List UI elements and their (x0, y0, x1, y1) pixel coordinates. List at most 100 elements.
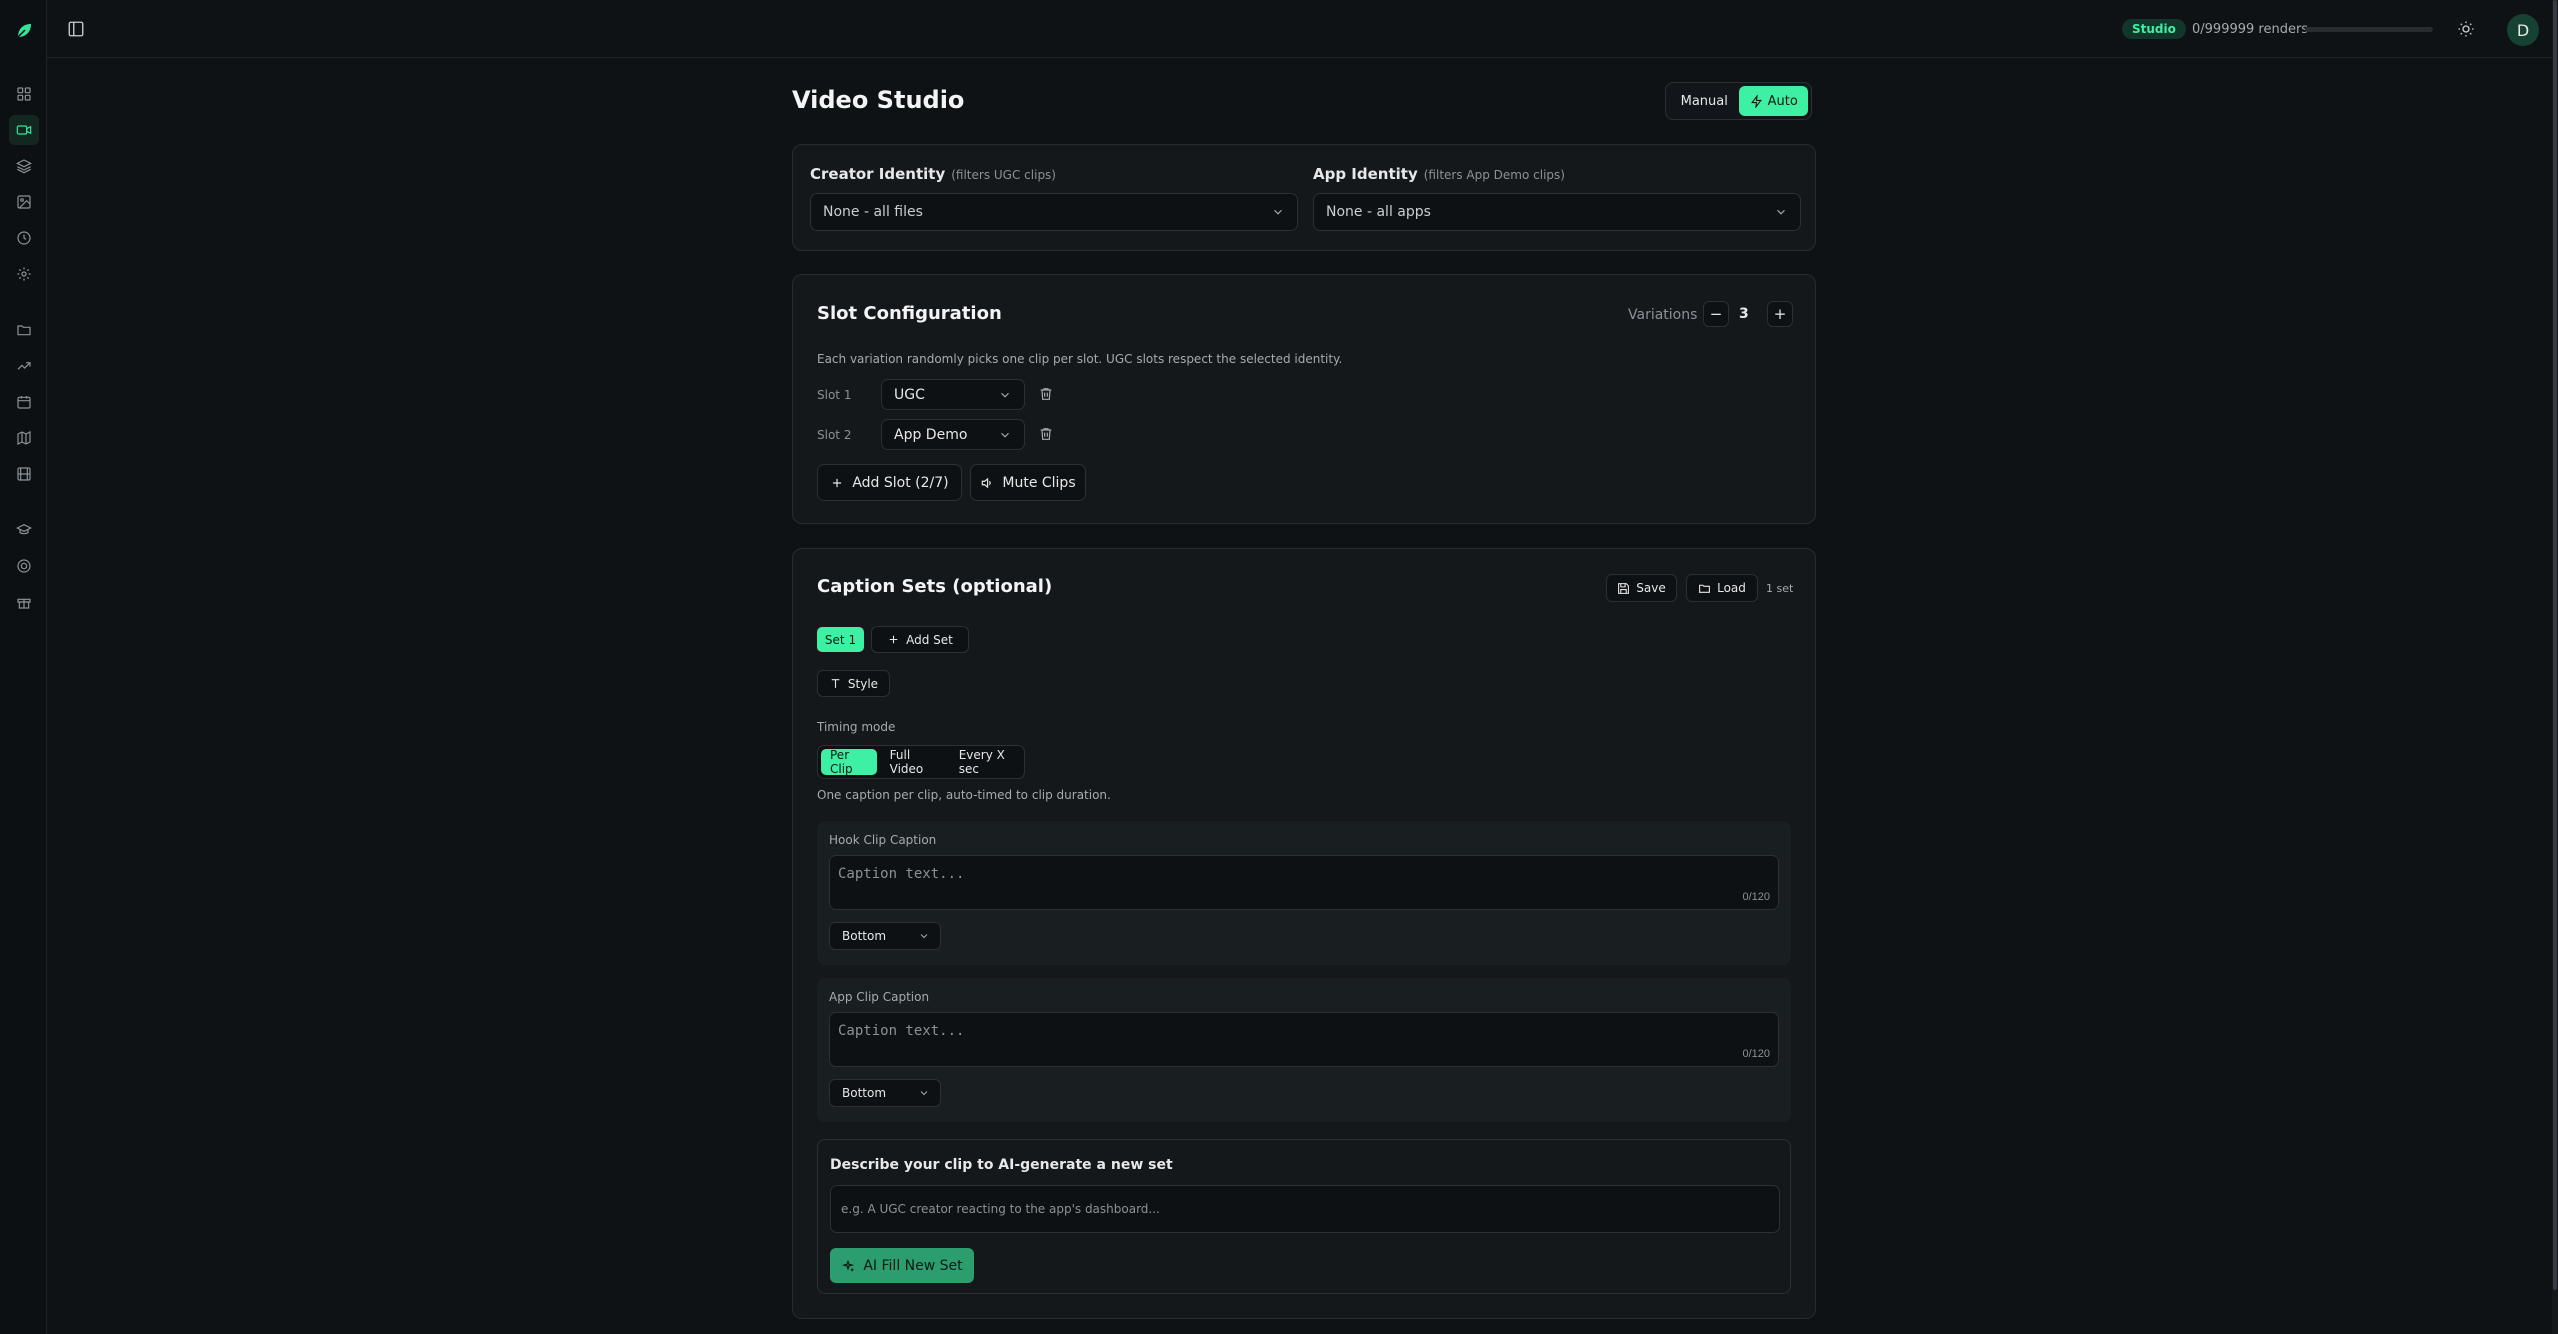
timing-every-x-sec-button[interactable]: Every X sec (950, 748, 1021, 776)
lightning-icon (1750, 94, 1762, 108)
app-clip-caption-counter: 0/120 (1742, 1048, 1770, 1060)
chevron-down-icon (998, 428, 1012, 442)
add-slot-button[interactable]: Add Slot (2/7) (817, 464, 962, 501)
app-clip-position-select[interactable]: Bottom (829, 1079, 941, 1107)
timing-mode-label: Timing mode (817, 720, 896, 734)
ai-description-input[interactable]: e.g. A UGC creator reacting to the app's… (830, 1185, 1780, 1233)
graduation-icon[interactable] (13, 519, 35, 541)
studio-badge: Studio (2122, 19, 2186, 39)
film-icon[interactable] (13, 463, 35, 485)
speaker-icon (982, 477, 992, 488)
sidebar-toggle-icon[interactable] (67, 20, 85, 38)
manual-mode-button[interactable]: Manual (1669, 86, 1739, 116)
image-icon[interactable] (13, 191, 35, 213)
avatar[interactable]: D (2507, 14, 2539, 46)
page-scrollbar[interactable] (2552, 0, 2558, 1334)
slot-1-label: Slot 1 (817, 388, 852, 402)
trash-icon[interactable] (1038, 386, 1054, 402)
hook-clip-caption-label: Hook Clip Caption (829, 833, 937, 847)
ai-description-placeholder: e.g. A UGC creator reacting to the app's… (841, 1202, 1160, 1216)
app-clip-caption-panel: App Clip Caption Caption text... 0/120 B… (817, 978, 1791, 1122)
folder-icon[interactable] (13, 319, 35, 341)
sidebar (0, 0, 47, 1334)
hook-clip-caption-panel: Hook Clip Caption Caption text... 0/120 … (817, 821, 1791, 965)
slot-2-type-value: App Demo (894, 426, 968, 443)
slot-1-type-value: UGC (894, 386, 925, 403)
identity-card: Creator Identity (filters UGC clips) None… (792, 144, 1816, 251)
hook-clip-caption-input[interactable]: Caption text... 0/120 (829, 855, 1779, 910)
gift-icon[interactable] (13, 591, 35, 613)
hook-clip-position-select[interactable]: Bottom (829, 922, 941, 950)
app-identity-value: None - all apps (1326, 204, 1431, 220)
chevron-down-icon (1271, 205, 1285, 219)
hook-clip-position-value: Bottom (842, 929, 887, 943)
chevron-down-icon (918, 930, 930, 942)
variations-value: 3 (1739, 306, 1749, 322)
caption-sets-card: Caption Sets (optional) Save Load 1 set … (792, 548, 1816, 1319)
variations-decrement-button[interactable]: − (1703, 301, 1729, 327)
trending-icon[interactable] (13, 355, 35, 377)
chevron-down-icon (998, 388, 1012, 402)
mode-toggle: Manual Auto (1665, 82, 1812, 120)
add-set-button[interactable]: Add Set (871, 626, 969, 653)
app-identity-title: App Identity (1313, 165, 1418, 183)
slot-description: Each variation randomly picks one clip p… (817, 352, 1343, 366)
chevron-down-icon (918, 1087, 930, 1099)
creator-identity-value: None - all files (823, 204, 923, 220)
style-button[interactable]: Style (817, 670, 890, 697)
plus-icon (889, 635, 898, 644)
variations-increment-button[interactable]: + (1767, 301, 1793, 327)
text-type-icon (831, 679, 840, 688)
settings-icon[interactable] (13, 263, 35, 285)
app-identity-hint: (filters App Demo clips) (1423, 168, 1565, 182)
trash-icon[interactable] (1038, 426, 1054, 442)
dashboard-icon[interactable] (13, 83, 35, 105)
sun-icon[interactable] (2457, 20, 2475, 38)
save-icon (1618, 582, 1630, 594)
load-label: Load (1717, 581, 1746, 595)
renders-count: 0/999999 renders (2192, 22, 2309, 37)
ai-fill-new-set-button[interactable]: AI Fill New Set (830, 1248, 974, 1283)
calendar-icon[interactable] (13, 391, 35, 413)
app-clip-caption-label: App Clip Caption (829, 990, 930, 1004)
leaf-logo-icon[interactable] (13, 20, 35, 42)
page-title: Video Studio (792, 86, 965, 114)
auto-mode-label: Auto (1767, 93, 1798, 109)
timing-mode-group: Per Clip Full Video Every X sec (817, 745, 1025, 779)
map-icon[interactable] (13, 427, 35, 449)
variations-label: Variations (1628, 307, 1698, 323)
auto-mode-button[interactable]: Auto (1739, 86, 1808, 116)
timing-full-video-button[interactable]: Full Video (881, 748, 946, 776)
slot-1-type-select[interactable]: UGC (881, 379, 1025, 410)
mute-clips-button[interactable]: Mute Clips (970, 464, 1086, 501)
creator-identity-hint: (filters UGC clips) (951, 168, 1056, 182)
plus-icon (833, 478, 842, 487)
add-set-label: Add Set (906, 632, 953, 647)
add-slot-label: Add Slot (2/7) (852, 474, 949, 491)
app-clip-caption-input[interactable]: Caption text... 0/120 (829, 1012, 1779, 1067)
layers-icon[interactable] (13, 155, 35, 177)
load-button[interactable]: Load (1686, 574, 1758, 602)
app-identity-select[interactable]: None - all apps (1313, 193, 1801, 231)
style-label: Style (847, 676, 879, 691)
save-label: Save (1636, 581, 1666, 595)
slot-configuration-title: Slot Configuration (817, 303, 1002, 324)
save-button[interactable]: Save (1606, 574, 1677, 602)
slot-2-type-select[interactable]: App Demo (881, 419, 1025, 450)
folder-open-icon (1699, 584, 1711, 593)
hook-clip-caption-counter: 0/120 (1742, 891, 1770, 903)
help-circle-icon[interactable] (13, 555, 35, 577)
creator-identity-select[interactable]: None - all files (810, 193, 1298, 231)
video-icon[interactable] (9, 115, 39, 145)
clock-icon[interactable] (13, 227, 35, 249)
scrollbar-thumb[interactable] (2553, 0, 2557, 1290)
timing-per-clip-button[interactable]: Per Clip (821, 748, 877, 776)
sparkles-icon (842, 1260, 855, 1271)
creator-identity-title: Creator Identity (810, 165, 946, 183)
set-1-tab[interactable]: Set 1 (817, 627, 864, 652)
ai-generate-title: Describe your clip to AI-generate a new … (830, 1157, 1173, 1173)
slot-configuration-card: Slot Configuration Variations − 3 + Each… (792, 274, 1816, 524)
hook-clip-caption-placeholder: Caption text... (838, 866, 965, 882)
ai-fill-new-set-label: AI Fill New Set (863, 1257, 963, 1274)
app-root: Studio 0/999999 renders D Video Studio M… (0, 0, 2558, 1334)
